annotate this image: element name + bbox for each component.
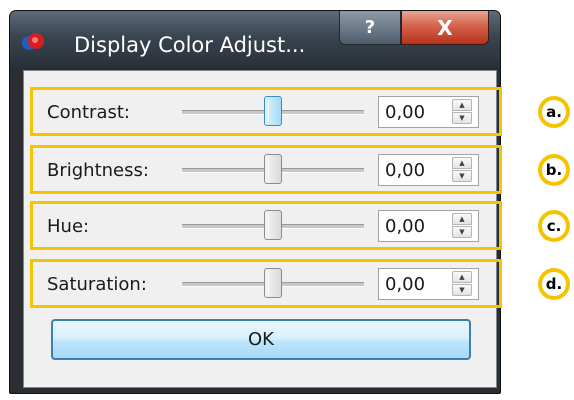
marker-c-label: c. [542,214,566,238]
saturation-increment-button[interactable]: ▲ [452,271,472,283]
contrast-row: Contrast: 0,00 ▲ ▼ [30,87,502,136]
close-icon: X [437,15,453,40]
brightness-decrement-button[interactable]: ▼ [452,170,472,182]
saturation-decrement-button[interactable]: ▼ [452,284,472,296]
contrast-slider-thumb[interactable] [264,96,282,126]
marker-d: d. [538,268,570,300]
hue-value[interactable]: 0,00 [385,216,425,237]
marker-b: b. [538,154,570,186]
brightness-value[interactable]: 0,00 [385,160,425,181]
hue-row: Hue: 0,00 ▲ ▼ [30,201,502,250]
marker-a: a. [538,96,570,128]
help-icon: ? [364,17,376,38]
saturation-spinbox[interactable]: 0,00 ▲ ▼ [378,268,479,300]
marker-d-label: d. [542,272,566,296]
brightness-spinbox[interactable]: 0,00 ▲ ▼ [378,154,479,186]
hue-label: Hue: [47,216,90,237]
hue-decrement-button[interactable]: ▼ [452,226,472,238]
contrast-increment-button[interactable]: ▲ [452,99,472,111]
brightness-row: Brightness: 0,00 ▲ ▼ [30,145,502,194]
hue-slider-thumb[interactable] [264,210,282,240]
hue-spin-buttons: ▲ ▼ [452,213,472,239]
marker-c: c. [538,210,570,242]
contrast-value[interactable]: 0,00 [385,102,425,123]
app-icon [22,33,44,50]
close-button[interactable]: X [401,11,489,45]
brightness-increment-button[interactable]: ▲ [452,157,472,169]
marker-a-label: a. [542,100,566,124]
saturation-value[interactable]: 0,00 [385,274,425,295]
saturation-spin-buttons: ▲ ▼ [452,271,472,297]
help-button[interactable]: ? [339,11,401,45]
saturation-row: Saturation: 0,00 ▲ ▼ [30,259,502,308]
hue-increment-button[interactable]: ▲ [452,213,472,225]
contrast-spin-buttons: ▲ ▼ [452,99,472,125]
contrast-decrement-button[interactable]: ▼ [452,112,472,124]
hue-spinbox[interactable]: 0,00 ▲ ▼ [378,210,479,242]
brightness-label: Brightness: [47,160,149,181]
title-bar[interactable]: Display Color Adjust... ? X [10,11,500,67]
contrast-label: Contrast: [47,102,130,123]
marker-b-label: b. [542,158,566,182]
ok-button[interactable]: OK [51,319,471,360]
contrast-spinbox[interactable]: 0,00 ▲ ▼ [378,96,479,128]
saturation-label: Saturation: [47,274,147,295]
brightness-spin-buttons: ▲ ▼ [452,157,472,183]
saturation-slider-thumb[interactable] [264,268,282,298]
window-title: Display Color Adjust... [74,33,306,57]
brightness-slider-thumb[interactable] [264,154,282,184]
